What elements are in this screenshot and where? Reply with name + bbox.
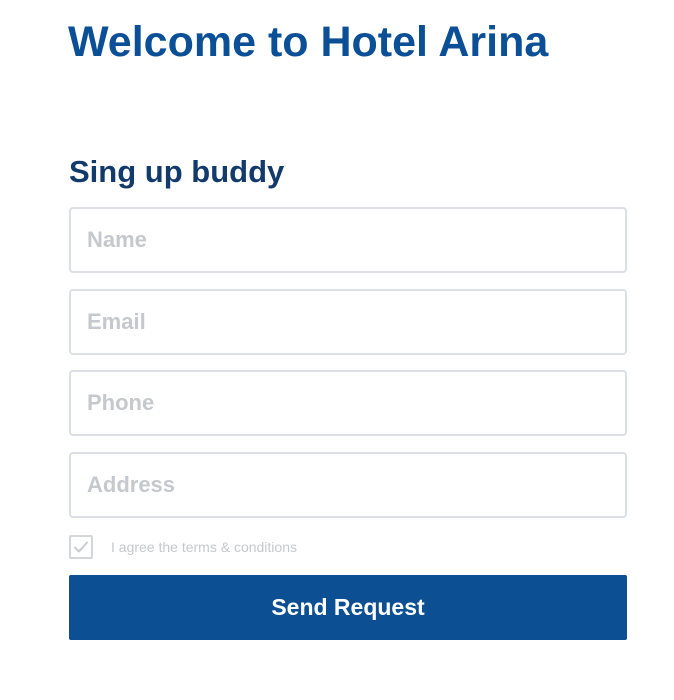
form-heading: Sing up buddy — [69, 154, 285, 189]
name-input[interactable] — [69, 207, 627, 273]
terms-label: I agree the terms & conditions — [111, 539, 297, 555]
send-request-button[interactable]: Send Request — [69, 575, 627, 640]
email-input[interactable] — [69, 289, 627, 355]
page-title: Welcome to Hotel Arina — [68, 18, 549, 66]
terms-row: I agree the terms & conditions — [69, 533, 297, 561]
address-input[interactable] — [69, 452, 627, 518]
checkmark-icon — [74, 541, 88, 553]
terms-checkbox[interactable] — [69, 535, 93, 559]
phone-input[interactable] — [69, 370, 627, 436]
